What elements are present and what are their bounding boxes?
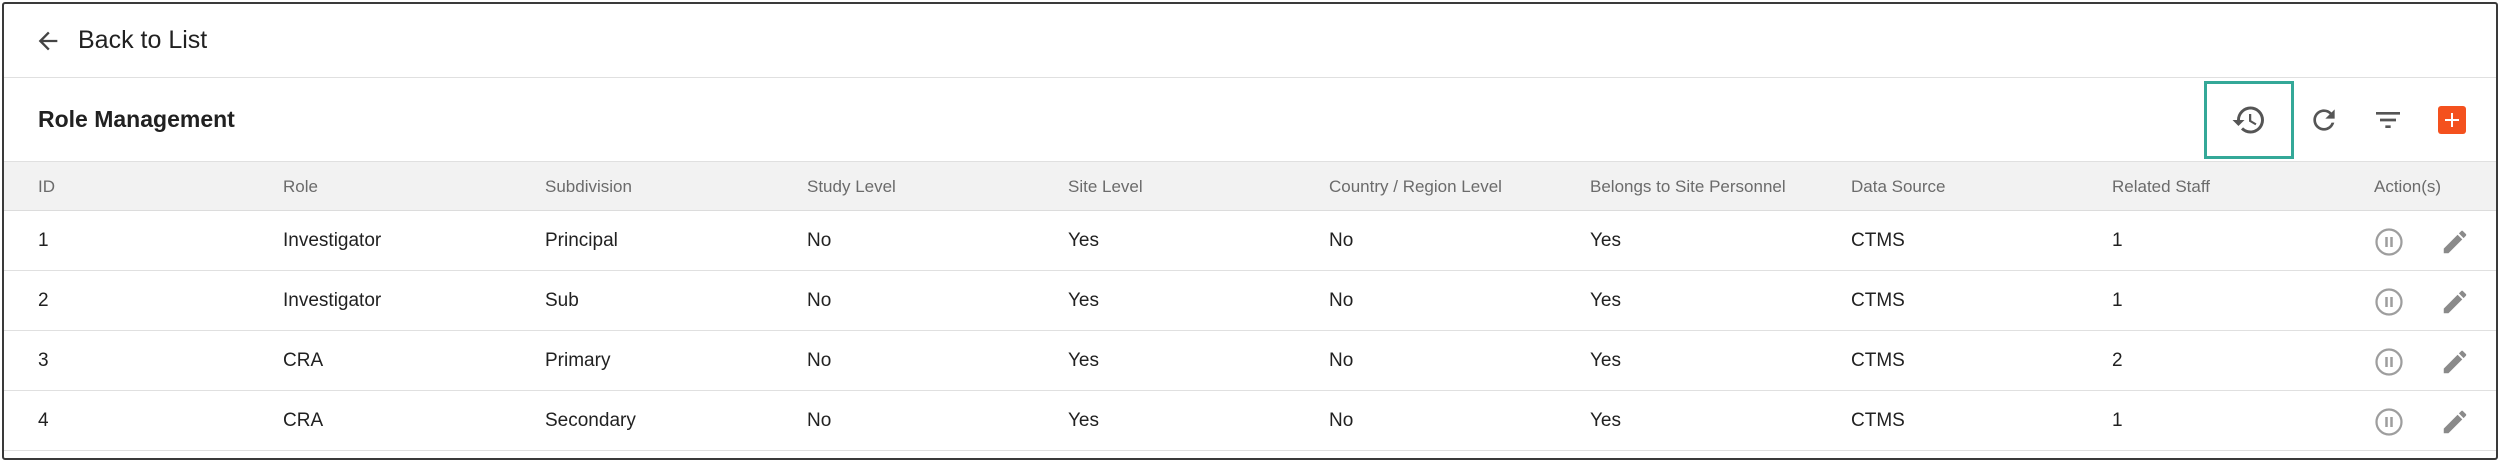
cell-site-level: Yes [1068, 350, 1099, 371]
cell-subdivision: Sub [545, 290, 579, 311]
cell-site-level: Yes [1068, 290, 1099, 311]
cell-id: 4 [38, 410, 49, 431]
add-icon [2438, 106, 2466, 134]
column-header-related-staff[interactable]: Related Staff [2112, 162, 2210, 212]
cell-country-region-level: No [1329, 230, 1354, 251]
edit-icon[interactable] [2440, 347, 2470, 377]
cell-data-source: CTMS [1851, 290, 1905, 311]
pause-icon[interactable] [2374, 347, 2404, 377]
cell-site-level: Yes [1068, 410, 1099, 431]
cell-site-level: Yes [1068, 230, 1099, 251]
column-header-data-source[interactable]: Data Source [1851, 162, 1946, 212]
app-window: Back to List Role Management ID Role Sub… [2, 2, 2498, 460]
cell-subdivision: Primary [545, 350, 611, 371]
cell-study-level: No [807, 230, 832, 251]
cell-related-staff: 1 [2112, 410, 2123, 431]
cell-data-source: CTMS [1851, 350, 1905, 371]
cell-belongs-to-site-personnel: Yes [1590, 230, 1621, 251]
table-row[interactable]: 3 CRA Primary No Yes No Yes CTMS 2 [4, 331, 2496, 391]
cell-study-level: No [807, 290, 832, 311]
pause-icon[interactable] [2374, 227, 2404, 257]
back-to-list-link[interactable]: Back to List [34, 26, 207, 55]
column-header-country-region-level[interactable]: Country / Region Level [1329, 162, 1502, 212]
cell-subdivision: Principal [545, 230, 618, 251]
cell-role: Investigator [283, 230, 382, 251]
table-row[interactable]: 1 Investigator Principal No Yes No Yes C… [4, 211, 2496, 271]
table-row[interactable]: 2 Investigator Sub No Yes No Yes CTMS 1 [4, 271, 2496, 331]
column-header-subdivision[interactable]: Subdivision [545, 162, 632, 212]
cell-country-region-level: No [1329, 290, 1354, 311]
cell-study-level: No [807, 410, 832, 431]
filter-button[interactable] [2364, 96, 2412, 144]
history-button[interactable] [2204, 81, 2294, 159]
cell-id: 1 [38, 230, 49, 251]
cell-belongs-to-site-personnel: Yes [1590, 290, 1621, 311]
cell-belongs-to-site-personnel: Yes [1590, 350, 1621, 371]
cell-related-staff: 2 [2112, 350, 2123, 371]
cell-country-region-level: No [1329, 350, 1354, 371]
back-bar: Back to List [4, 4, 2496, 78]
table-header: ID Role Subdivision Study Level Site Lev… [4, 161, 2496, 211]
cell-role: CRA [283, 350, 324, 371]
cell-related-staff: 1 [2112, 230, 2123, 251]
cell-id: 2 [38, 290, 49, 311]
arrow-left-icon [34, 27, 62, 55]
title-bar: Role Management [4, 79, 2496, 161]
cell-related-staff: 1 [2112, 290, 2123, 311]
cell-data-source: CTMS [1851, 410, 1905, 431]
add-button[interactable] [2428, 96, 2476, 144]
role-table: ID Role Subdivision Study Level Site Lev… [4, 161, 2496, 451]
pause-icon[interactable] [2374, 407, 2404, 437]
cell-subdivision: Secondary [545, 410, 636, 431]
table-row[interactable]: 4 CRA Secondary No Yes No Yes CTMS 1 [4, 391, 2496, 451]
history-icon [2231, 102, 2267, 138]
back-to-list-label: Back to List [78, 26, 208, 54]
refresh-button[interactable] [2300, 96, 2348, 144]
column-header-role[interactable]: Role [283, 162, 318, 212]
column-header-id[interactable]: ID [38, 162, 55, 212]
filter-icon [2372, 104, 2404, 136]
column-header-study-level[interactable]: Study Level [807, 162, 896, 212]
cell-data-source: CTMS [1851, 230, 1905, 251]
column-header-actions: Action(s) [2374, 177, 2442, 196]
edit-icon[interactable] [2440, 407, 2470, 437]
pause-icon[interactable] [2374, 287, 2404, 317]
page-title: Role Management [38, 106, 235, 132]
refresh-icon [2308, 104, 2340, 136]
cell-role: CRA [283, 410, 324, 431]
cell-role: Investigator [283, 290, 382, 311]
column-header-site-level[interactable]: Site Level [1068, 162, 1143, 212]
edit-icon[interactable] [2440, 227, 2470, 257]
edit-icon[interactable] [2440, 287, 2470, 317]
cell-belongs-to-site-personnel: Yes [1590, 410, 1621, 431]
cell-study-level: No [807, 350, 832, 371]
cell-country-region-level: No [1329, 410, 1354, 431]
column-header-belongs-to-site-personnel[interactable]: Belongs to Site Personnel [1590, 162, 1786, 212]
cell-id: 3 [38, 350, 49, 371]
